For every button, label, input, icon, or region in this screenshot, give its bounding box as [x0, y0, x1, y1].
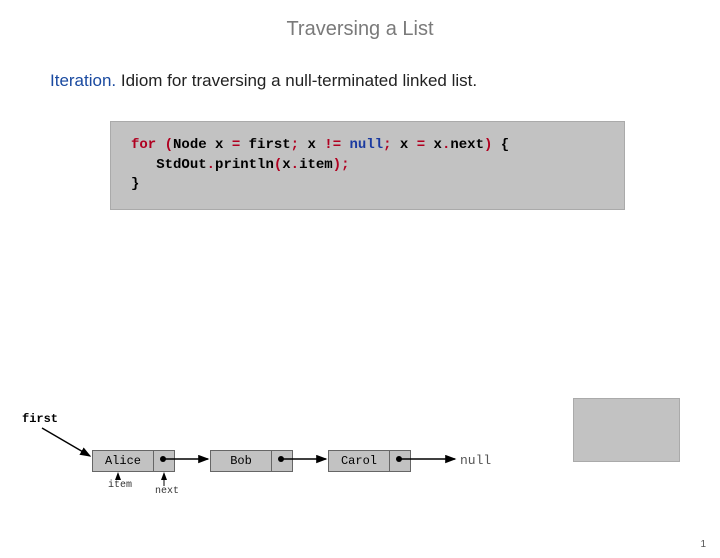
slide-title: Traversing a List	[0, 18, 720, 41]
code-kw-for: for	[131, 137, 156, 153]
code-block: for (Node x = first; x != null; x = x.ne…	[110, 121, 625, 210]
code-op: );	[333, 157, 350, 173]
node-carol: Carol	[328, 450, 390, 472]
code-op: !=	[324, 137, 341, 153]
code-paren: (	[156, 137, 173, 153]
code-op: =	[417, 137, 425, 153]
code-paren: (	[274, 157, 282, 173]
pointer-dot-icon	[278, 456, 284, 462]
arrow-first	[42, 428, 90, 456]
gray-box	[573, 398, 680, 462]
code-brace: }	[131, 176, 139, 192]
code-id: StdOut	[156, 157, 206, 173]
code-null: null	[350, 137, 384, 153]
code-brace: {	[492, 137, 509, 153]
code-op: .	[291, 157, 299, 173]
code-op: =	[232, 137, 240, 153]
code-id: x	[282, 157, 290, 173]
subtitle-rest: Idiom for traversing a null-terminated l…	[116, 71, 477, 90]
code-indent	[131, 157, 156, 173]
node-alice: Alice	[92, 450, 154, 472]
code-op: ;	[383, 137, 391, 153]
subtitle-lead: Iteration.	[50, 71, 116, 90]
slide-subtitle: Iteration. Idiom for traversing a null-t…	[50, 71, 720, 91]
null-label: null	[460, 453, 491, 468]
node-bob: Bob	[210, 450, 272, 472]
code-id: x	[425, 137, 442, 153]
code-id: println	[215, 157, 274, 173]
code-id: next	[450, 137, 484, 153]
first-label: first	[22, 412, 58, 426]
item-label: item	[108, 480, 132, 491]
pointer-dot-icon	[396, 456, 402, 462]
pointer-dot-icon	[160, 456, 166, 462]
code-sp	[341, 137, 349, 153]
code-id: x	[392, 137, 417, 153]
code-id: x	[299, 137, 324, 153]
code-id: first	[240, 137, 290, 153]
page-number: 1	[700, 539, 706, 550]
next-label: next	[155, 486, 179, 497]
code-id: item	[299, 157, 333, 173]
code-op: ;	[291, 137, 299, 153]
code-op: .	[207, 157, 215, 173]
code-id: Node x	[173, 137, 232, 153]
